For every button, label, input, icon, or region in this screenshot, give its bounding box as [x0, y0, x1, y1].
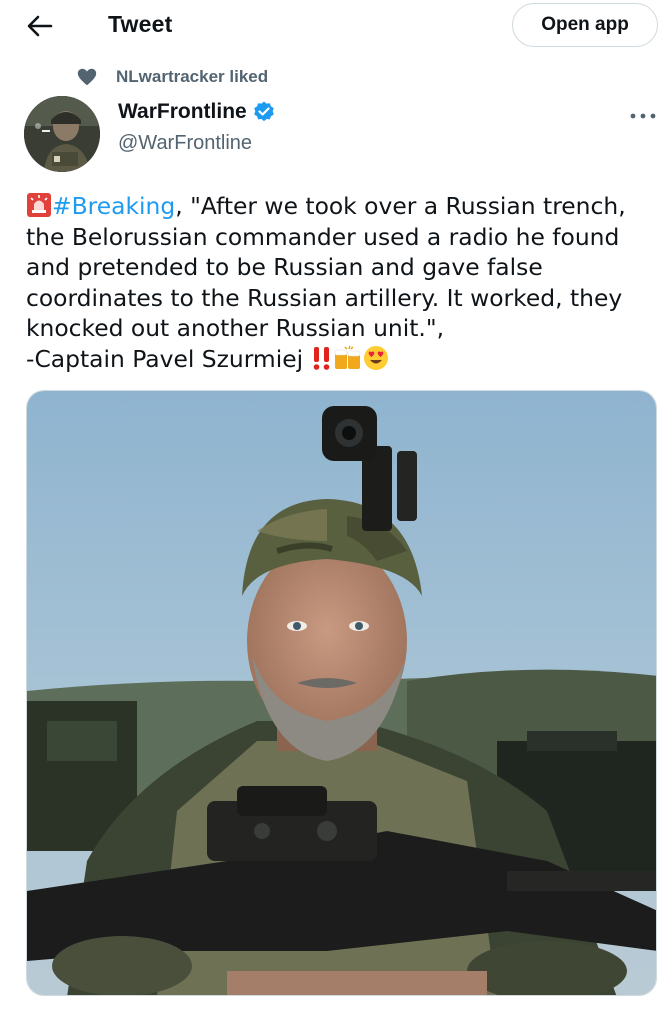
verified-badge-icon — [252, 100, 276, 124]
more-dots-icon — [630, 113, 656, 119]
tweet-text: #Breaking, "After we took over a Russian… — [26, 191, 656, 374]
arrow-left-icon — [27, 15, 53, 37]
double-exclamation-emoji-icon — [311, 345, 333, 371]
tweet-signature: -Captain Pavel Szurmiej — [26, 344, 304, 373]
heart-icon — [76, 66, 98, 88]
hashtag-link[interactable]: #Breaking — [52, 192, 175, 220]
author-display-name[interactable]: WarFrontline — [118, 100, 276, 124]
tweet-photo[interactable] — [26, 390, 657, 996]
soldier-photo-image — [27, 391, 656, 995]
author-name-text: WarFrontline — [118, 100, 247, 123]
back-button[interactable] — [22, 10, 58, 42]
avatar[interactable] — [24, 96, 100, 172]
author-handle[interactable]: @WarFrontline — [118, 132, 252, 155]
social-context-label: NLwartracker liked — [116, 67, 269, 86]
page-title: Tweet — [108, 11, 173, 37]
beer-mugs-emoji-icon — [333, 345, 363, 371]
top-bar: Tweet Open app — [0, 0, 668, 52]
police-light-emoji-icon — [26, 192, 52, 218]
open-app-button[interactable]: Open app — [512, 3, 658, 47]
heart-eyes-emoji-icon — [363, 345, 389, 371]
social-context[interactable]: NLwartracker liked — [76, 64, 268, 90]
more-options-button[interactable] — [628, 108, 658, 124]
